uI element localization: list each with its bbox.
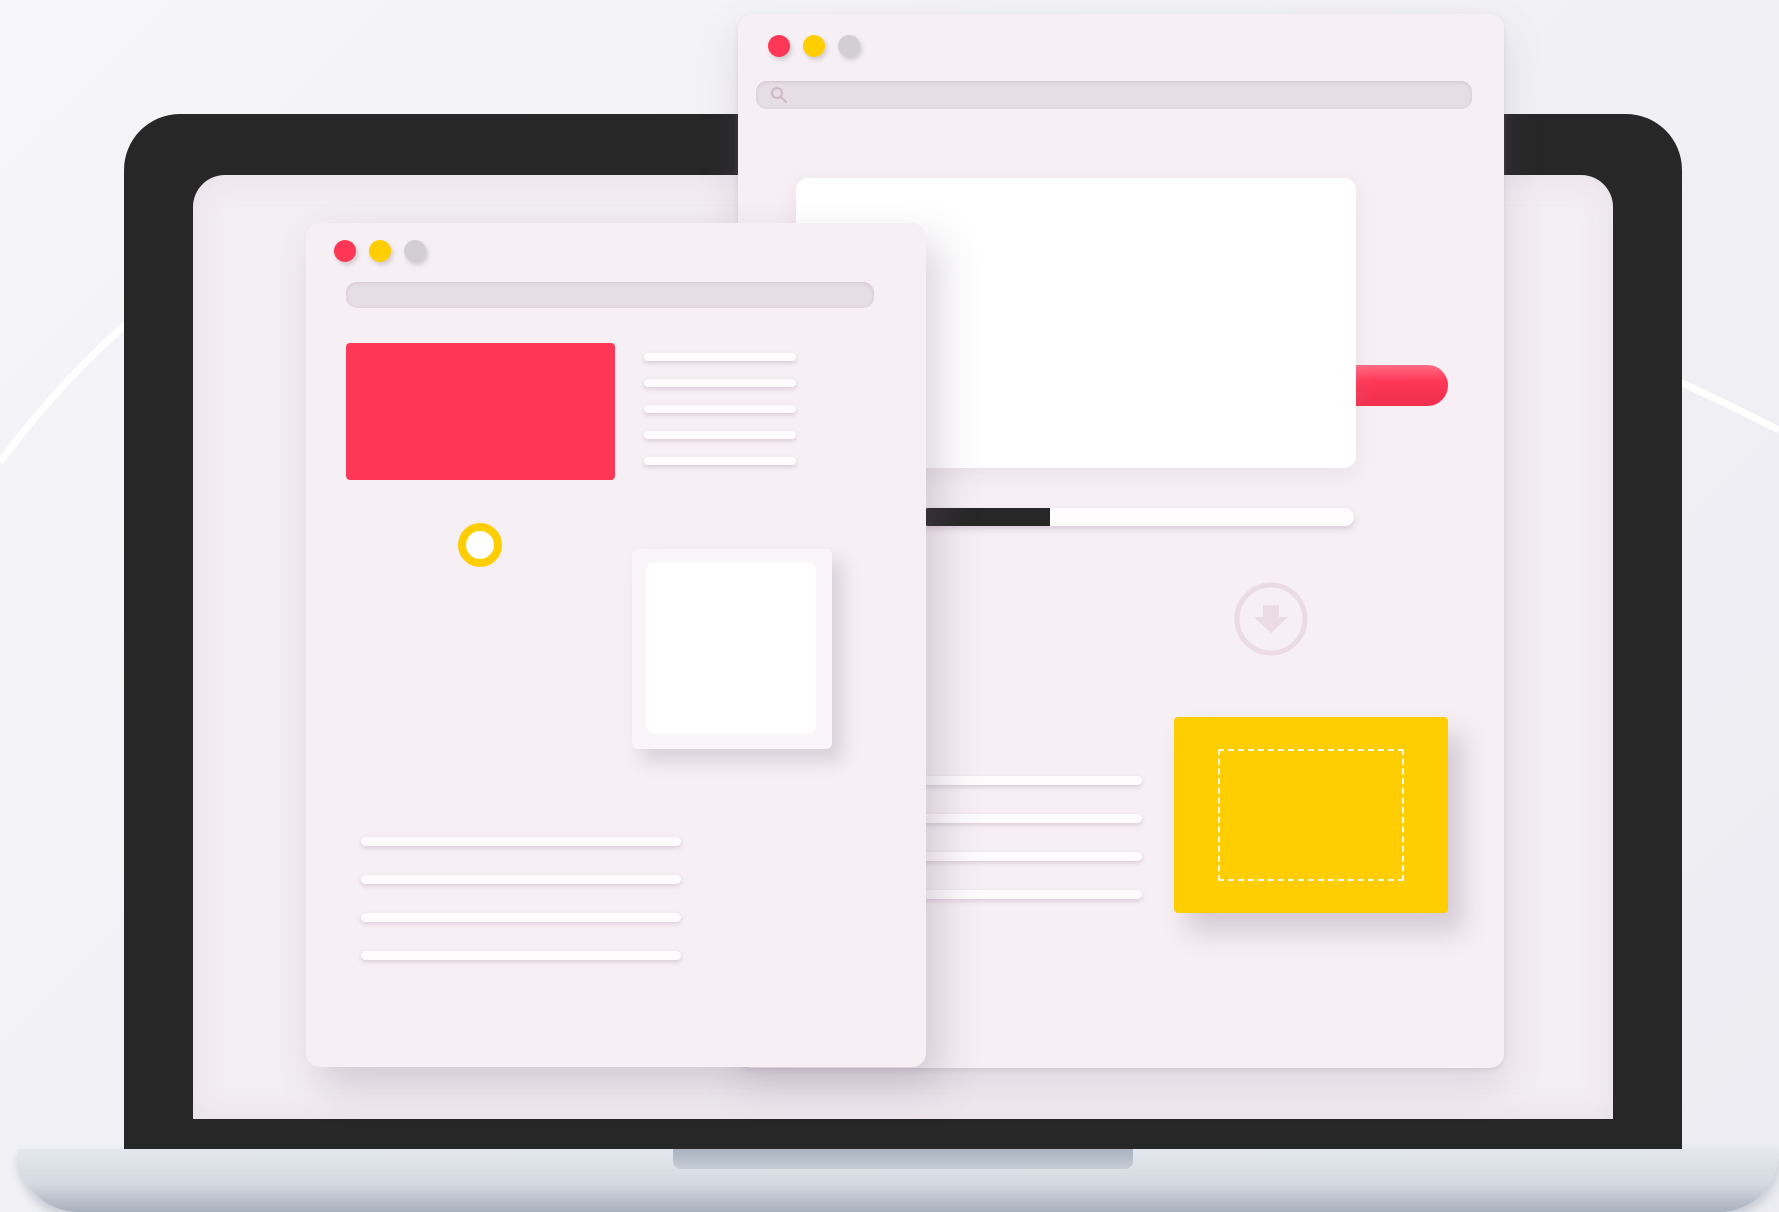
text-line bbox=[898, 776, 1142, 785]
text-line bbox=[361, 913, 681, 922]
text-line bbox=[361, 837, 681, 846]
text-line bbox=[644, 431, 796, 439]
maximize-dot[interactable] bbox=[404, 240, 426, 262]
progress-fill bbox=[920, 508, 1051, 526]
address-bar[interactable] bbox=[346, 282, 874, 308]
text-line bbox=[361, 951, 681, 960]
search-icon bbox=[770, 86, 788, 109]
minimize-dot[interactable] bbox=[803, 35, 825, 57]
red-image-block bbox=[346, 343, 615, 480]
text-line bbox=[898, 852, 1142, 861]
maximize-dot[interactable] bbox=[838, 35, 860, 57]
text-line bbox=[361, 875, 681, 884]
text-line bbox=[644, 379, 796, 387]
front-browser-window bbox=[306, 223, 926, 1067]
close-dot[interactable] bbox=[768, 35, 790, 57]
radio-ring-icon[interactable] bbox=[456, 521, 504, 574]
yellow-dropzone[interactable] bbox=[1174, 717, 1448, 913]
minimize-dot[interactable] bbox=[369, 240, 391, 262]
close-dot[interactable] bbox=[334, 240, 356, 262]
text-line bbox=[644, 353, 796, 361]
text-line bbox=[898, 890, 1142, 899]
dashed-drop-area bbox=[1218, 749, 1404, 881]
text-line bbox=[898, 814, 1142, 823]
download-arrow-icon[interactable] bbox=[1233, 581, 1309, 662]
text-line bbox=[644, 405, 796, 413]
address-bar[interactable] bbox=[756, 81, 1472, 109]
thumbnail-frame bbox=[632, 549, 832, 749]
thumbnail-placeholder bbox=[646, 563, 816, 733]
laptop-notch bbox=[673, 1149, 1133, 1169]
text-line bbox=[644, 457, 796, 465]
progress-track bbox=[920, 508, 1354, 526]
